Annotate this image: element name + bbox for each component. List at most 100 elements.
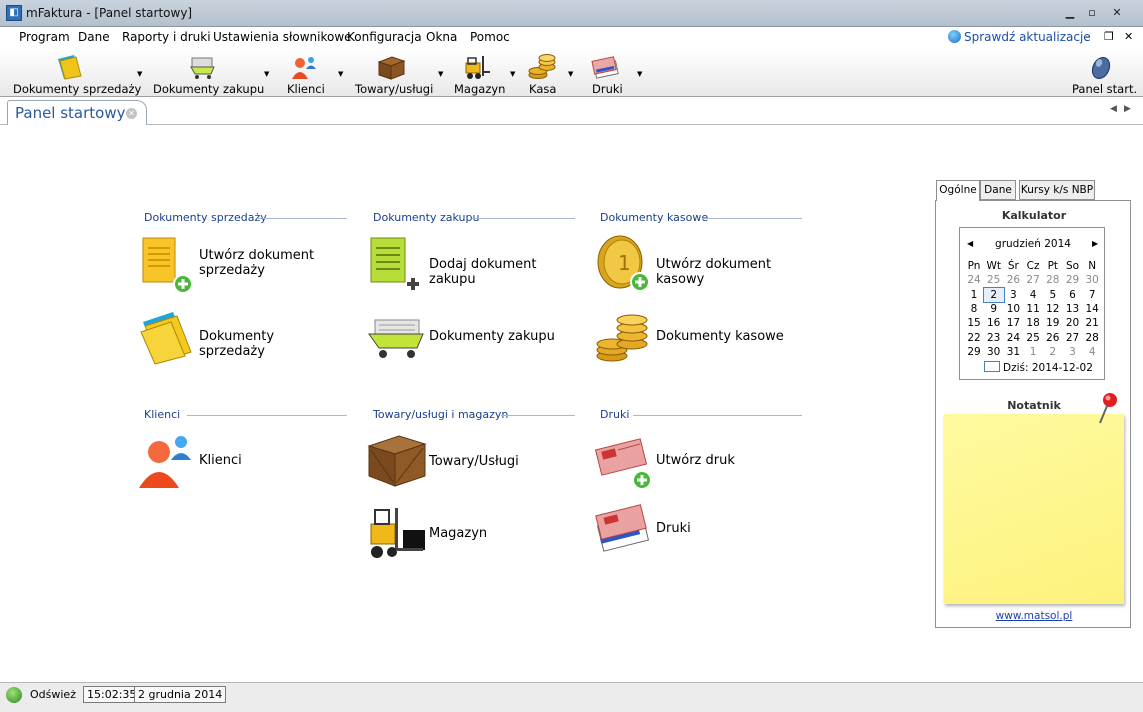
- calendar-day[interactable]: 20: [1063, 316, 1083, 330]
- tab-scroll-left-icon[interactable]: ◀: [1110, 104, 1117, 114]
- minimize-button[interactable]: ▁: [1059, 5, 1081, 21]
- mdi-restore-button[interactable]: ❐: [1104, 30, 1114, 43]
- menu-okna[interactable]: Okna: [426, 30, 457, 44]
- clients-action[interactable]: Klienci: [137, 430, 337, 492]
- menu-ustawienia[interactable]: Ustawienia słownikowe: [213, 30, 352, 44]
- toolbar-cash-button[interactable]: Kasa: [524, 49, 562, 97]
- refresh-icon[interactable]: [6, 687, 22, 703]
- menu-pomoc[interactable]: Pomoc: [470, 30, 510, 44]
- toolbar-prints-button[interactable]: Druki: [586, 49, 626, 97]
- menu-konfiguracja[interactable]: Konfiguracja: [347, 30, 422, 44]
- prints-action[interactable]: Druki: [594, 498, 794, 560]
- calendar-next-month-icon[interactable]: ▶: [1092, 239, 1098, 248]
- calendar-day[interactable]: 3: [1063, 345, 1083, 359]
- toolbar-sales-dropdown[interactable]: ▼: [137, 70, 142, 78]
- title-bar: ◧ mFaktura - [Panel startowy] ▁ ▫ ✕: [0, 0, 1143, 27]
- toolbar-cash-dropdown[interactable]: ▼: [568, 70, 573, 78]
- calendar-day[interactable]: 5: [1043, 288, 1063, 302]
- calendar-day[interactable]: 26: [1043, 331, 1063, 345]
- toolbar-purchase-dropdown[interactable]: ▼: [264, 70, 269, 78]
- calendar-day[interactable]: 21: [1082, 316, 1102, 330]
- calendar-day[interactable]: 1: [964, 288, 984, 302]
- calendar-day[interactable]: 29: [1063, 273, 1083, 287]
- close-button[interactable]: ✕: [1106, 5, 1128, 21]
- toolbar-warehouse-dropdown[interactable]: ▼: [510, 70, 515, 78]
- calendar-day[interactable]: 30: [1082, 273, 1102, 287]
- calendar-day[interactable]: 30: [984, 345, 1004, 359]
- calendar-day[interactable]: 28: [1043, 273, 1063, 287]
- app-icon: ◧: [6, 5, 22, 21]
- calendar-day[interactable]: 9: [984, 302, 1004, 316]
- calendar-day[interactable]: 7: [1082, 288, 1102, 302]
- create-sales-document-action[interactable]: Utwórz dokument sprzedaży: [137, 234, 337, 296]
- calendar-day[interactable]: 28: [1082, 331, 1102, 345]
- calendar-day[interactable]: 25: [1023, 331, 1043, 345]
- create-print-action[interactable]: Utwórz druk: [594, 430, 794, 492]
- mdi-minimize-button[interactable]: –: [1085, 30, 1091, 43]
- calendar-today-button[interactable]: Dziś: 2014-12-02: [984, 361, 1093, 374]
- calendar-day[interactable]: 24: [1003, 331, 1023, 345]
- calendar-day[interactable]: 29: [964, 345, 984, 359]
- calendar-day[interactable]: 19: [1043, 316, 1063, 330]
- calendar-day[interactable]: 13: [1063, 302, 1083, 316]
- tab-scroll-right-icon[interactable]: ▶: [1124, 104, 1131, 114]
- calendar-day[interactable]: 16: [984, 316, 1004, 330]
- side-tab-nbp-rates[interactable]: Kursy k/s NBP: [1019, 180, 1095, 200]
- calendar-day[interactable]: 1: [1023, 345, 1043, 359]
- add-purchase-document-action[interactable]: Dodaj dokument zakupu: [367, 234, 577, 296]
- section-title-sales: Dokumenty sprzedaży: [144, 211, 267, 224]
- calendar-day[interactable]: 2: [1043, 345, 1063, 359]
- maximize-button[interactable]: ▫: [1081, 5, 1103, 21]
- calendar-day[interactable]: 26: [1003, 273, 1023, 287]
- calendar-day[interactable]: 18: [1023, 316, 1043, 330]
- calendar-day[interactable]: 23: [984, 331, 1004, 345]
- coins-icon: [528, 54, 556, 79]
- calendar-day[interactable]: 2: [982, 286, 1005, 303]
- calendar-day[interactable]: 4: [1082, 345, 1102, 359]
- check-updates-link[interactable]: Sprawdź aktualizacje: [948, 30, 1091, 44]
- create-cash-document-action[interactable]: 1 Utwórz dokument kasowy: [594, 234, 814, 296]
- side-tab-data[interactable]: Dane: [980, 180, 1016, 200]
- toolbar-prints-dropdown[interactable]: ▼: [637, 70, 642, 78]
- calendar-day[interactable]: 6: [1063, 288, 1083, 302]
- purchase-documents-action[interactable]: Dokumenty zakupu: [367, 306, 577, 368]
- side-tab-general[interactable]: Ogólne: [936, 180, 980, 201]
- calendar-day[interactable]: 11: [1023, 302, 1043, 316]
- mdi-close-button[interactable]: ✕: [1124, 30, 1133, 43]
- calendar-day[interactable]: 17: [1003, 316, 1023, 330]
- calendar-day[interactable]: 22: [964, 331, 984, 345]
- tab-panel-startowy[interactable]: Panel startowy ✕: [7, 100, 147, 125]
- warehouse-action[interactable]: Magazyn: [367, 502, 567, 564]
- toolbar-goods-button[interactable]: Towary/usługi: [352, 49, 433, 97]
- calendar-day[interactable]: 27: [1023, 273, 1043, 287]
- calendar-day[interactable]: 8: [964, 302, 984, 316]
- calendar-day[interactable]: 12: [1043, 302, 1063, 316]
- toolbar-start-panel-button[interactable]: Panel start.: [1068, 49, 1137, 97]
- toolbar-clients-button[interactable]: Klienci: [283, 49, 331, 97]
- toolbar-goods-dropdown[interactable]: ▼: [438, 70, 443, 78]
- calendar-day[interactable]: 14: [1082, 302, 1102, 316]
- form-add-icon: [594, 438, 652, 490]
- sales-documents-action[interactable]: Dokumenty sprzedaży: [137, 306, 337, 368]
- calendar-day[interactable]: 10: [1003, 302, 1023, 316]
- calendar-day[interactable]: 27: [1063, 331, 1083, 345]
- cash-documents-action[interactable]: Dokumenty kasowe: [594, 306, 814, 368]
- sticky-note[interactable]: [944, 414, 1124, 604]
- toolbar-sales-button[interactable]: Dokumenty sprzedaży: [8, 49, 141, 97]
- calendar-day[interactable]: 4: [1023, 288, 1043, 302]
- menu-program[interactable]: Program: [19, 30, 70, 44]
- calendar-day[interactable]: 25: [984, 273, 1004, 287]
- calendar-day[interactable]: 24: [964, 273, 984, 287]
- toolbar-clients-dropdown[interactable]: ▼: [338, 70, 343, 78]
- menu-dane[interactable]: Dane: [78, 30, 110, 44]
- website-link[interactable]: www.matsol.pl: [936, 610, 1132, 622]
- goods-action[interactable]: Towary/Usługi: [367, 430, 567, 492]
- calendar-day[interactable]: 15: [964, 316, 984, 330]
- tab-close-icon[interactable]: ✕: [126, 108, 137, 119]
- toolbar-purchase-button[interactable]: Dokumenty zakupu: [150, 49, 264, 97]
- refresh-label[interactable]: Odśwież: [30, 688, 76, 701]
- calendar-day[interactable]: 31: [1003, 345, 1023, 359]
- toolbar-warehouse-button[interactable]: Magazyn: [450, 49, 505, 97]
- menu-raporty[interactable]: Raporty i druki: [122, 30, 211, 44]
- calendar-day[interactable]: 3: [1003, 288, 1023, 302]
